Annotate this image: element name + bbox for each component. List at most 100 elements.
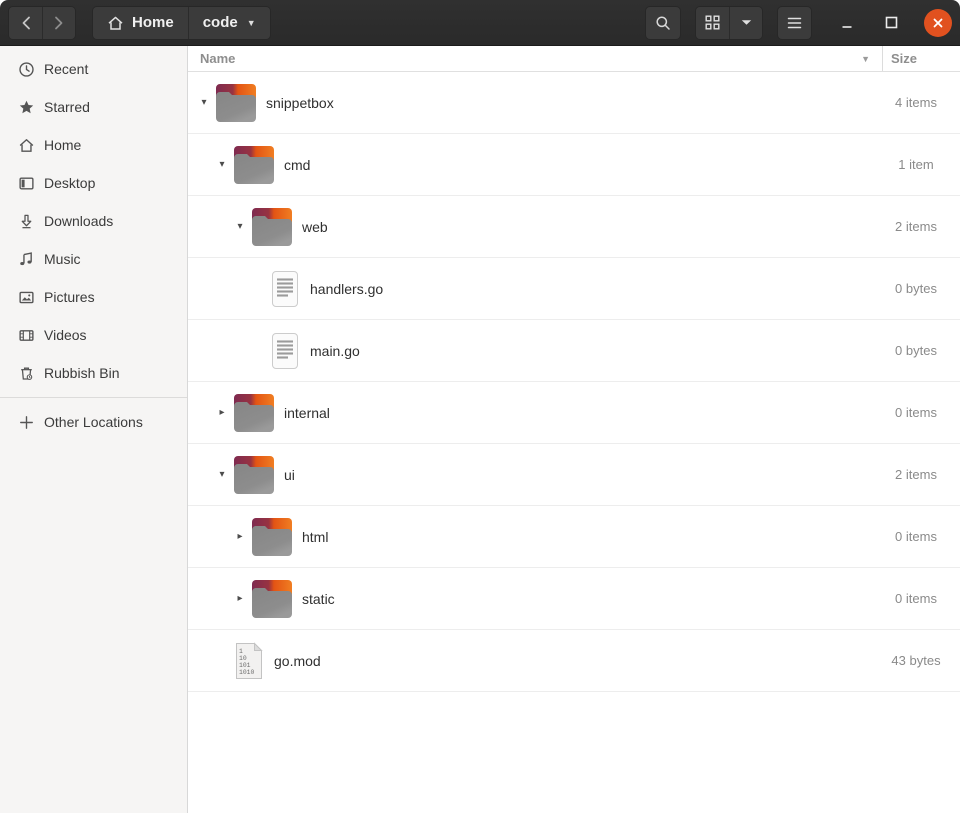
sidebar-item-label: Downloads [44, 213, 113, 229]
sidebar-item-label: Home [44, 137, 81, 153]
file-binary-icon: 110 1011010 [232, 641, 266, 681]
svg-text:1010: 1010 [239, 669, 255, 676]
column-header-size[interactable]: Size [882, 46, 960, 71]
tree-row-cmd[interactable]: ▾ cmd 1 item [188, 134, 960, 196]
expander-expanded-icon[interactable]: ▾ [214, 159, 230, 170]
sidebar-item-label: Other Locations [44, 414, 143, 430]
tree-row-html[interactable]: ▸ html 0 items [188, 506, 960, 568]
search-group [645, 6, 681, 40]
sidebar-item-rubbish-bin[interactable]: Rubbish Bin [0, 354, 187, 392]
close-icon [932, 17, 944, 29]
sidebar-item-label: Desktop [44, 175, 95, 191]
tree-row-go-mod[interactable]: 110 1011010 go.mod 43 bytes [188, 630, 960, 692]
sidebar-item-music[interactable]: Music [0, 240, 187, 278]
sidebar-item-label: Videos [44, 327, 87, 343]
breadcrumb-home[interactable]: Home [93, 7, 188, 39]
search-button[interactable] [646, 7, 680, 39]
chevron-right-icon [54, 16, 64, 30]
view-switcher [695, 6, 763, 40]
star-icon [18, 99, 35, 116]
minimize-button[interactable] [836, 12, 858, 34]
tree-row-main-go[interactable]: main.go 0 bytes [188, 320, 960, 382]
headerbar: Home code ▼ [0, 0, 960, 46]
sort-descending-icon[interactable]: ▼ [861, 54, 870, 64]
file-name-label: internal [284, 405, 330, 421]
chevron-left-icon [21, 16, 31, 30]
sidebar-separator [0, 397, 187, 398]
pathbar: Home code ▼ [92, 6, 271, 40]
expander-expanded-icon[interactable]: ▾ [214, 469, 230, 480]
desktop-icon [18, 175, 35, 192]
file-name-label: html [302, 529, 328, 545]
folder-icon [250, 579, 294, 619]
sidebar-item-videos[interactable]: Videos [0, 316, 187, 354]
close-button[interactable] [924, 9, 952, 37]
expander-collapsed-icon[interactable]: ▸ [232, 531, 248, 542]
expander-expanded-icon[interactable]: ▾ [196, 97, 212, 108]
trash-icon [18, 365, 35, 382]
breadcrumb-folder-label: code [203, 14, 238, 31]
download-icon [18, 213, 35, 230]
file-size-label: 0 bytes [882, 343, 960, 358]
tree-row-web[interactable]: ▾ web 2 items [188, 196, 960, 258]
sidebar-item-pictures[interactable]: Pictures [0, 278, 187, 316]
sidebar-item-label: Starred [44, 99, 90, 115]
svg-text:1: 1 [239, 648, 243, 655]
folder-icon [232, 455, 276, 495]
file-list-pane: Name ▼ Size ▾ snippetbox [188, 46, 960, 813]
grid-view-button[interactable] [696, 7, 729, 39]
file-name-label: static [302, 591, 335, 607]
file-size-label: 2 items [882, 219, 960, 234]
back-button[interactable] [9, 7, 42, 39]
folder-icon [214, 83, 258, 123]
column-name-label: Name [200, 51, 235, 66]
file-size-label: 0 bytes [882, 281, 960, 296]
expander-expanded-icon[interactable]: ▾ [232, 221, 248, 232]
folder-icon [232, 393, 276, 433]
clock-icon [18, 61, 35, 78]
folder-icon [250, 517, 294, 557]
file-size-label: 0 items [882, 591, 960, 606]
breadcrumb-current-folder[interactable]: code ▼ [188, 7, 270, 39]
expander-collapsed-icon[interactable]: ▸ [214, 407, 230, 418]
file-name-label: go.mod [274, 653, 321, 669]
column-header-name[interactable]: Name ▼ [188, 51, 882, 66]
tree-row-internal[interactable]: ▸ internal 0 items [188, 382, 960, 444]
file-name-label: handlers.go [310, 281, 383, 297]
sidebar-item-recent[interactable]: Recent [0, 50, 187, 88]
sidebar-item-label: Rubbish Bin [44, 365, 120, 381]
list-column-header: Name ▼ Size [188, 46, 960, 72]
file-size-label: 0 items [882, 405, 960, 420]
tree-row-snippetbox[interactable]: ▾ snippetbox 4 items [188, 72, 960, 134]
forward-button[interactable] [42, 7, 75, 39]
history-nav [8, 6, 76, 40]
folder-icon [250, 207, 294, 247]
file-size-label: 4 items [882, 95, 960, 110]
file-name-label: ui [284, 467, 295, 483]
tree-row-static[interactable]: ▸ static 0 items [188, 568, 960, 630]
music-icon [18, 251, 35, 268]
file-name-label: snippetbox [266, 95, 334, 111]
file-size-label: 43 bytes [882, 653, 960, 668]
sidebar-item-home[interactable]: Home [0, 126, 187, 164]
sidebar-item-other-locations[interactable]: Other Locations [0, 403, 187, 441]
expander-collapsed-icon[interactable]: ▸ [232, 593, 248, 604]
sidebar-item-desktop[interactable]: Desktop [0, 164, 187, 202]
folder-icon [232, 145, 276, 185]
tree-row-ui[interactable]: ▾ ui 2 items [188, 444, 960, 506]
maximize-button[interactable] [880, 12, 902, 34]
file-size-label: 0 items [882, 529, 960, 544]
maximize-icon [885, 16, 898, 29]
menu-group [777, 6, 812, 40]
svg-text:10: 10 [239, 655, 247, 662]
sidebar-item-downloads[interactable]: Downloads [0, 202, 187, 240]
sidebar-item-starred[interactable]: Starred [0, 88, 187, 126]
tree-row-handlers-go[interactable]: handlers.go 0 bytes [188, 258, 960, 320]
file-name-label: web [302, 219, 328, 235]
places-sidebar: Recent Starred Home Desktop Downloads Mu… [0, 46, 188, 813]
view-options-button[interactable] [729, 7, 762, 39]
chevron-down-icon [741, 19, 752, 26]
hamburger-menu-button[interactable] [778, 7, 811, 39]
breadcrumb-home-label: Home [132, 14, 174, 31]
home-icon [107, 15, 124, 31]
